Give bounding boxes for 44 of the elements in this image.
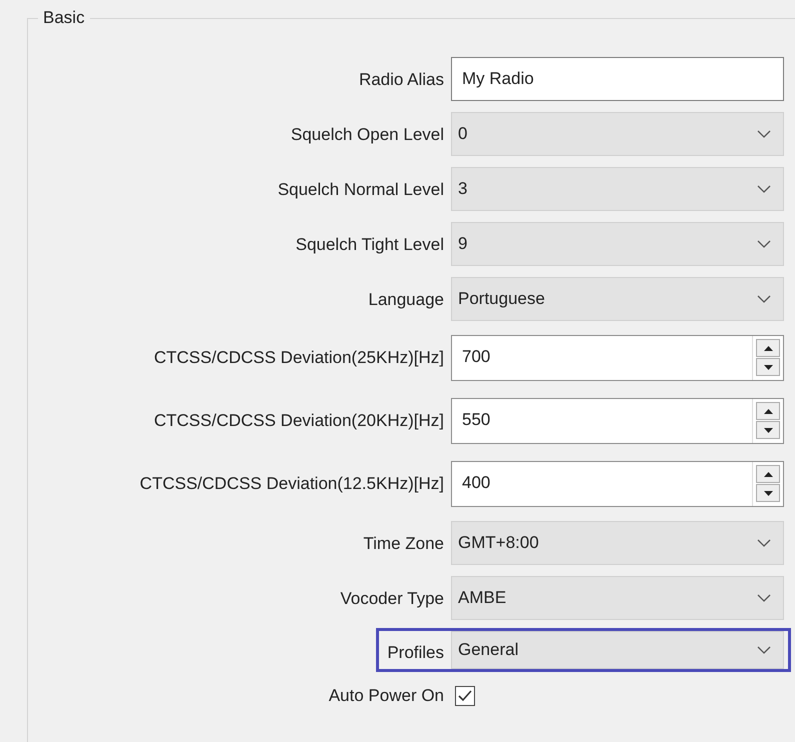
spin-field[interactable]: 400 xyxy=(451,461,784,507)
triangle-up-icon xyxy=(764,346,772,350)
spin-field[interactable]: 550 xyxy=(451,398,784,444)
checkmark-icon xyxy=(457,689,473,703)
field-label: Profiles xyxy=(387,642,444,663)
field-label: Time Zone xyxy=(363,533,444,554)
chevron-down-icon xyxy=(757,240,771,248)
chevron-down-icon xyxy=(757,295,771,303)
dropdown[interactable]: GMT+8:00 xyxy=(451,521,784,565)
field-label: Language xyxy=(368,289,444,310)
dropdown[interactable]: 0 xyxy=(451,112,784,156)
chevron-down-icon xyxy=(757,185,771,193)
spin-down-button[interactable] xyxy=(756,421,780,439)
field-label: Squelch Tight Level xyxy=(296,234,444,255)
field-label: CTCSS/CDCSS Deviation(12.5KHz)[Hz] xyxy=(140,473,444,494)
chevron-down-icon xyxy=(757,539,771,547)
dropdown[interactable]: 3 xyxy=(451,167,784,211)
spin-field[interactable]: 700 xyxy=(451,335,784,381)
triangle-down-icon xyxy=(764,364,772,370)
triangle-up-icon xyxy=(764,408,772,414)
field-label: Vocoder Type xyxy=(340,588,444,609)
spin-up-button[interactable] xyxy=(756,339,780,357)
dropdown[interactable]: 9 xyxy=(451,222,784,266)
field-label: Auto Power On xyxy=(328,685,444,706)
spin-down-button[interactable] xyxy=(756,484,780,502)
dropdown[interactable]: General xyxy=(451,631,784,669)
spin-down-button[interactable] xyxy=(756,358,780,376)
chevron-down-icon xyxy=(757,646,771,654)
field-label: CTCSS/CDCSS Deviation(25KHz)[Hz] xyxy=(154,347,444,368)
triangle-down-icon xyxy=(764,428,772,432)
field-label: Squelch Open Level xyxy=(290,124,444,145)
chevron-down-icon xyxy=(757,130,771,138)
dropdown[interactable]: Portuguese xyxy=(451,277,784,321)
triangle-down-icon xyxy=(764,490,772,496)
dropdown[interactable]: AMBE xyxy=(451,576,784,620)
checkbox[interactable] xyxy=(455,686,475,706)
text-field[interactable]: My Radio xyxy=(451,57,784,101)
triangle-up-icon xyxy=(764,472,772,476)
field-label: Radio Alias xyxy=(358,69,444,90)
chevron-down-icon xyxy=(757,594,771,602)
spin-up-button[interactable] xyxy=(756,465,780,483)
field-label: Squelch Normal Level xyxy=(278,179,444,200)
spin-up-button[interactable] xyxy=(756,402,780,420)
field-label: CTCSS/CDCSS Deviation(20KHz)[Hz] xyxy=(154,410,444,431)
